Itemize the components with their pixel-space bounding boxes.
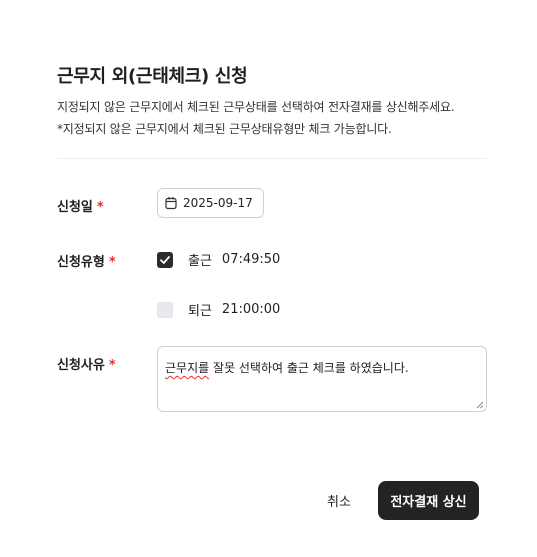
required-mark: *	[96, 200, 104, 215]
application-dialog: 근무지 외(근태체크) 신청 지정되지 않은 근무지에서 체크된 근무상태를 선…	[0, 0, 537, 557]
date-label: 신청일 *	[57, 196, 104, 215]
clock-out-label: 퇴근	[188, 304, 212, 319]
type-label-text: 신청유형	[57, 255, 105, 270]
dialog-title: 근무지 외(근태체크) 신청	[57, 66, 248, 87]
type-label: 신청유형 *	[57, 251, 116, 270]
submit-approval-button[interactable]: 전자결재 상신	[378, 481, 479, 520]
dialog-description: 지정되지 않은 근무지에서 체크된 근무상태를 선택하여 전자결재를 상신해주세…	[57, 100, 455, 114]
reason-label-text: 신청사유	[57, 358, 105, 373]
reason-label: 신청사유 *	[57, 354, 116, 373]
option-clock-out[interactable]: 퇴근 21:00:00	[157, 300, 280, 319]
checkmark-icon	[160, 255, 170, 264]
dialog-note: *지정되지 않은 근무지에서 체크된 근무상태유형만 체크 가능합니다.	[57, 122, 392, 136]
date-label-text: 신청일	[57, 200, 93, 215]
resize-handle-icon[interactable]	[476, 401, 484, 409]
clock-in-label: 출근	[188, 254, 212, 269]
required-mark: *	[108, 358, 116, 373]
divider	[57, 158, 487, 159]
cancel-button[interactable]: 취소	[316, 482, 362, 518]
reason-text: 잘못 선택하여 출근 체크를 하였습니다.	[209, 361, 409, 375]
calendar-icon	[165, 197, 177, 210]
clock-out-time: 21:00:00	[221, 302, 281, 317]
reason-textarea[interactable]: 근무지를 잘못 선택하여 출근 체크를 하였습니다.	[157, 346, 487, 412]
date-value: 2025-09-17	[183, 196, 253, 210]
reason-text-misspelled: 근무지를	[165, 361, 210, 375]
clock-in-time: 07:49:50	[221, 252, 281, 267]
clock-in-checkbox[interactable]	[157, 251, 173, 268]
date-picker[interactable]: 2025-09-17	[157, 188, 264, 218]
clock-out-checkbox[interactable]	[157, 301, 173, 318]
option-clock-in[interactable]: 출근 07:49:50	[157, 250, 280, 269]
required-mark: *	[108, 255, 116, 270]
